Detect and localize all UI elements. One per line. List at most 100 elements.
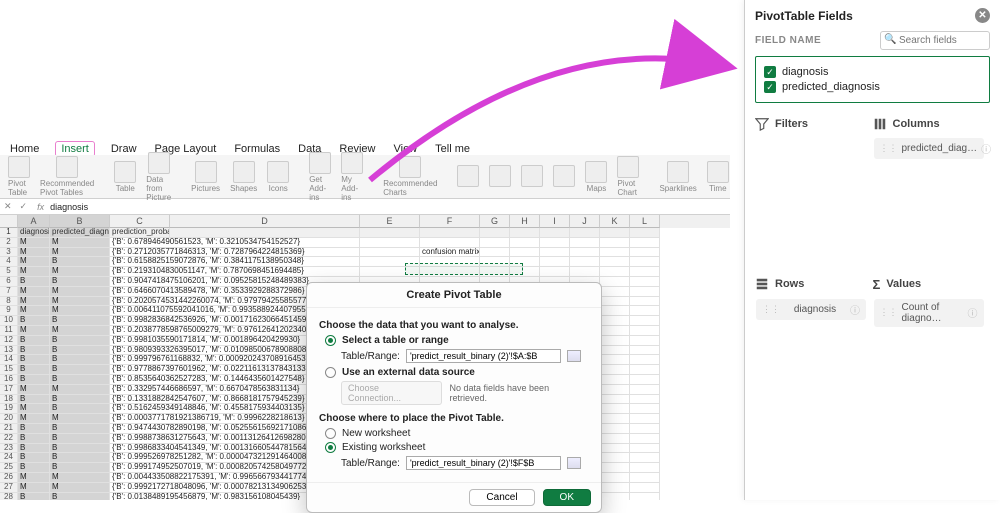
cell[interactable]: M: [50, 248, 110, 258]
values-zone[interactable]: ⋮⋮ Count of diagno… ⓘ: [873, 296, 991, 434]
cell[interactable]: [600, 306, 630, 316]
cell[interactable]: M: [18, 473, 50, 483]
cell[interactable]: M: [50, 326, 110, 336]
cell[interactable]: [630, 493, 660, 500]
cell[interactable]: B: [18, 336, 50, 346]
ribbon-chart[interactable]: [521, 165, 543, 188]
select-all-corner[interactable]: [0, 215, 18, 228]
cell[interactable]: [510, 248, 540, 258]
col-header-H[interactable]: H: [510, 215, 540, 228]
cell[interactable]: M: [50, 238, 110, 248]
cell[interactable]: [600, 336, 630, 346]
ribbon-get-add-ins[interactable]: Get Add-ins: [309, 152, 331, 202]
cell[interactable]: {'B': 0.2712035771846313, 'M': 0.7287964…: [110, 248, 360, 258]
cell[interactable]: [600, 326, 630, 336]
cell[interactable]: B: [50, 277, 110, 287]
cell[interactable]: 25: [0, 463, 18, 473]
cell[interactable]: M: [18, 483, 50, 493]
cell[interactable]: M: [18, 238, 50, 248]
cell[interactable]: [420, 228, 480, 238]
info-icon[interactable]: ⓘ: [968, 305, 978, 320]
cell[interactable]: [510, 238, 540, 248]
cell[interactable]: B: [18, 444, 50, 454]
cell[interactable]: [630, 453, 660, 463]
cell[interactable]: 9: [0, 306, 18, 316]
cell[interactable]: [420, 238, 480, 248]
cell[interactable]: prediction_probability: [110, 228, 170, 238]
ribbon-shapes[interactable]: Shapes: [230, 161, 257, 193]
cell[interactable]: [630, 365, 660, 375]
info-icon[interactable]: ⓘ: [850, 302, 860, 317]
cell[interactable]: [630, 287, 660, 297]
cell[interactable]: B: [50, 316, 110, 326]
cell[interactable]: [630, 434, 660, 444]
cell[interactable]: B: [50, 375, 110, 385]
cell[interactable]: [540, 267, 570, 277]
cell[interactable]: M: [50, 306, 110, 316]
cell[interactable]: 6: [0, 277, 18, 287]
col-header-I[interactable]: I: [540, 215, 570, 228]
col-header-G[interactable]: G: [480, 215, 510, 228]
cell[interactable]: {'B': 0.6158825159072876, 'M': 0.3841175…: [110, 257, 360, 267]
ribbon-my-add-ins[interactable]: My Add-ins: [341, 152, 363, 202]
cell[interactable]: diagnosis: [18, 228, 50, 238]
select-range-option[interactable]: Select a table or range: [325, 335, 589, 346]
cell[interactable]: 5: [0, 267, 18, 277]
cell[interactable]: M: [18, 248, 50, 258]
cell[interactable]: [570, 267, 600, 277]
cell[interactable]: 3: [0, 248, 18, 258]
cell[interactable]: [600, 434, 630, 444]
cell[interactable]: confusion matrix: [420, 248, 480, 258]
cell[interactable]: 12: [0, 336, 18, 346]
cell[interactable]: [170, 228, 360, 238]
cell[interactable]: [600, 267, 630, 277]
cell[interactable]: B: [50, 365, 110, 375]
cell[interactable]: [630, 267, 660, 277]
cell[interactable]: [600, 297, 630, 307]
cell[interactable]: M: [50, 297, 110, 307]
col-header-D[interactable]: D: [170, 215, 360, 228]
cell[interactable]: [510, 228, 540, 238]
cell[interactable]: B: [50, 424, 110, 434]
cell[interactable]: B: [18, 346, 50, 356]
confirm-icon[interactable]: ✓: [16, 201, 32, 212]
cell[interactable]: [600, 316, 630, 326]
cancel-icon[interactable]: ✕: [0, 201, 16, 212]
cell[interactable]: [600, 453, 630, 463]
cell[interactable]: M: [18, 306, 50, 316]
filters-zone[interactable]: [755, 135, 873, 273]
cell[interactable]: [600, 287, 630, 297]
cell[interactable]: [630, 277, 660, 287]
cell[interactable]: M: [18, 385, 50, 395]
ribbon-chart[interactable]: [553, 165, 575, 188]
cell[interactable]: predicted_diagnosis: [50, 228, 110, 238]
cell[interactable]: B: [50, 404, 110, 414]
cell[interactable]: [540, 257, 570, 267]
cell[interactable]: B: [50, 355, 110, 365]
cell[interactable]: B: [50, 453, 110, 463]
ribbon-chart[interactable]: [489, 165, 511, 188]
ribbon-pictures[interactable]: Pictures: [191, 161, 220, 193]
cell[interactable]: M: [18, 257, 50, 267]
cell[interactable]: M: [50, 385, 110, 395]
cell[interactable]: [570, 248, 600, 258]
cell[interactable]: B: [18, 316, 50, 326]
cell[interactable]: 15: [0, 365, 18, 375]
cell[interactable]: [600, 414, 630, 424]
cell[interactable]: [600, 493, 630, 500]
cell[interactable]: [600, 228, 630, 238]
cell[interactable]: [600, 404, 630, 414]
cell[interactable]: 22: [0, 434, 18, 444]
cell[interactable]: B: [50, 493, 110, 500]
cell[interactable]: M: [18, 297, 50, 307]
col-header-B[interactable]: B: [50, 215, 110, 228]
col-header-E[interactable]: E: [360, 215, 420, 228]
cell[interactable]: M: [18, 267, 50, 277]
search-input[interactable]: [880, 31, 990, 50]
cell[interactable]: [630, 257, 660, 267]
column-headers[interactable]: ABCDEFGHIJKL: [0, 215, 730, 228]
col-header-A[interactable]: A: [18, 215, 50, 228]
cell[interactable]: [630, 414, 660, 424]
cell[interactable]: [600, 375, 630, 385]
cell[interactable]: 14: [0, 355, 18, 365]
